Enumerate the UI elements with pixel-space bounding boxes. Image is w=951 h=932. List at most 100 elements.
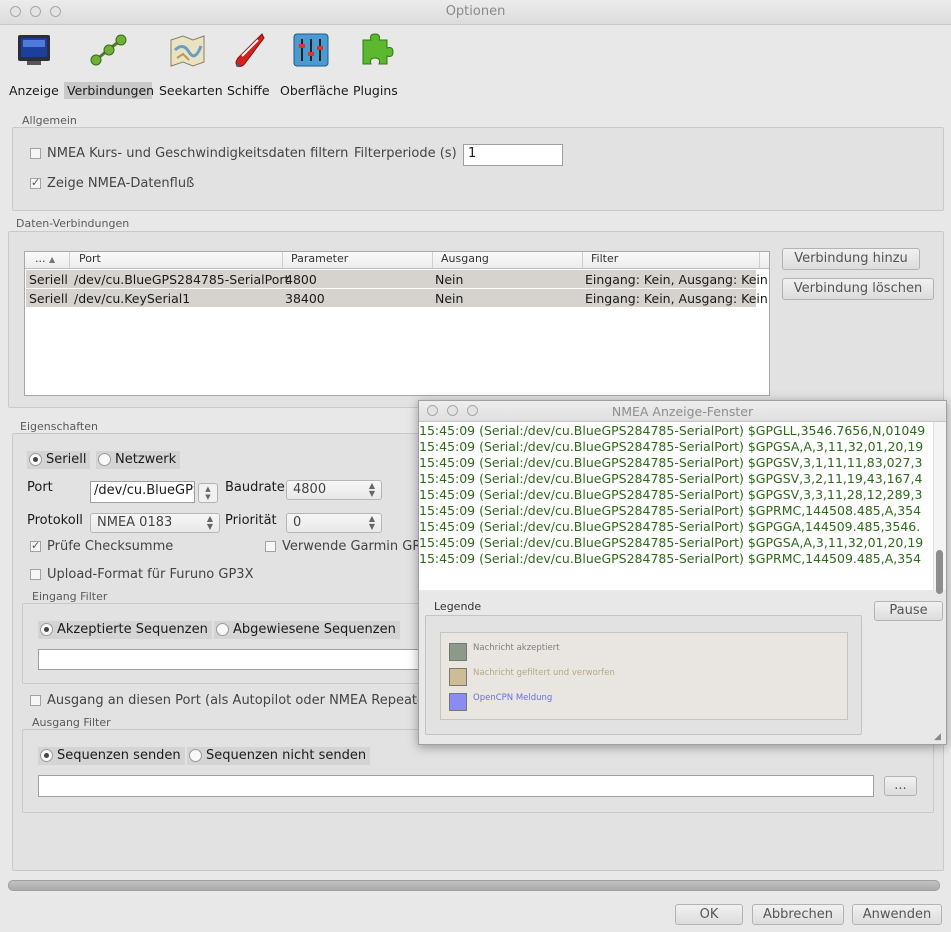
legend-box: Nachricht akzeptiert Nachricht gefiltert…	[440, 632, 848, 720]
row-type: Seriell	[29, 291, 68, 306]
add-connection-button[interactable]: Verbindung hinzu	[782, 248, 920, 270]
radio-send-sequences[interactable]: Sequenzen senden	[38, 747, 185, 765]
remove-connection-button[interactable]: Verbindung löschen	[782, 278, 934, 300]
legend-swatch-accepted	[449, 643, 467, 661]
legend-label-filtered: Nachricht gefiltert und verworfen	[473, 668, 615, 678]
column-header-filter[interactable]: Filter	[585, 252, 760, 268]
radio-accepted-label: Akzeptierte Sequenzen	[57, 622, 208, 637]
toolbar-schiffe[interactable]: Schiffe	[224, 30, 272, 99]
log-line: 15:45:09 (Serial:/dev/cu.BlueGPS284785-S…	[419, 423, 926, 438]
connections-icon	[88, 30, 128, 70]
apply-button[interactable]: Anwenden	[852, 904, 942, 925]
log-line: 15:45:09 (Serial:/dev/cu.BlueGPS284785-S…	[419, 551, 922, 566]
protocol-select[interactable]: NMEA 0183 ▲ ▼	[90, 513, 220, 533]
filterperiode-input[interactable]: 1	[463, 144, 563, 166]
column-header-type[interactable]: ... ▲	[25, 252, 70, 268]
legend-label-accepted: Nachricht akzeptiert	[473, 643, 560, 653]
table-row[interactable]: Seriell /dev/cu.BlueGPS284785-SerialPort…	[26, 270, 768, 288]
row-parameter: 38400	[285, 291, 325, 306]
filterperiode-label: Filterperiode (s)	[354, 146, 457, 161]
priority-label: Priorität	[225, 513, 277, 528]
baud-select[interactable]: 4800 ▲ ▼	[286, 480, 382, 500]
pause-button[interactable]: Pause	[874, 601, 943, 621]
toolbar-anzeige[interactable]: Anzeige	[9, 30, 60, 99]
output-port-label: Ausgang an diesen Port (als Autopilot od…	[47, 693, 436, 708]
window-title: Optionen	[445, 4, 506, 19]
cancel-button[interactable]: Abbrechen	[752, 904, 844, 925]
log-line: 15:45:09 (Serial:/dev/cu.BlueGPS284785-S…	[419, 471, 923, 486]
toolbar-plugins[interactable]: Plugins	[350, 30, 400, 99]
filter-nmea-checkbox[interactable]	[30, 148, 41, 159]
legend-swatch-opencpn	[449, 693, 467, 711]
furuno-checkbox[interactable]	[30, 569, 41, 580]
furuno-option[interactable]: Upload-Format für Furuno GP3X	[30, 567, 253, 582]
toolbar-label: Oberfläche	[280, 83, 349, 98]
charts-icon	[167, 30, 207, 70]
nmea-scrollbar-thumb[interactable]	[936, 550, 943, 594]
title-bar: Optionen	[0, 0, 951, 25]
output-filter-field[interactable]	[38, 775, 874, 797]
chevron-updown-icon: ▲ ▼	[368, 481, 375, 498]
nmea-scrollbar[interactable]	[933, 422, 946, 594]
checksum-checkbox[interactable]	[30, 539, 41, 552]
table-row[interactable]: Seriell /dev/cu.KeySerial1 38400 Nein Ei…	[26, 289, 768, 307]
radio-send-indicator	[40, 749, 53, 762]
resize-grip-icon[interactable]: ◢	[934, 732, 944, 742]
radio-network[interactable]: Netzwerk	[96, 451, 181, 469]
port-combo[interactable]: /dev/cu.BlueGPS284785-SerialPort	[90, 481, 195, 503]
radio-nosend-sequences[interactable]: Sequenzen nicht senden	[187, 747, 371, 765]
radio-serial[interactable]: Seriell	[27, 451, 91, 469]
furuno-label: Upload-Format für Furuno GP3X	[47, 567, 254, 582]
nmea-window: NMEA Anzeige-Fenster 15:45:09 (Serial:/d…	[418, 400, 947, 745]
protocol-label: Protokoll	[27, 513, 83, 528]
row-ausgang: Nein	[435, 291, 464, 306]
ok-button[interactable]: OK	[675, 904, 743, 925]
log-line: 15:45:09 (Serial:/dev/cu.BlueGPS284785-S…	[419, 503, 922, 518]
radio-nosend-label: Sequenzen nicht senden	[206, 748, 367, 763]
row-ausgang: Nein	[435, 272, 464, 287]
toolbar-seekarten[interactable]: Seekarten	[156, 30, 223, 99]
radio-serial-indicator	[29, 453, 42, 466]
row-filter: Eingang: Kein, Ausgang: Kein	[585, 291, 768, 306]
connections-table[interactable]: ... ▲ Port Parameter Ausgang Filter Seri…	[24, 251, 770, 396]
nmea-window-title: NMEA Anzeige-Fenster	[611, 404, 754, 419]
ship-icon	[228, 30, 268, 70]
show-nmea-option[interactable]: Zeige NMEA-Datenfluß	[30, 176, 194, 191]
priority-select[interactable]: 0 ▲ ▼	[286, 513, 382, 533]
garmin-option[interactable]: Verwende Garmin GRMN	[265, 539, 442, 554]
horizontal-scrollbar[interactable]	[8, 880, 940, 891]
allgemein-title: Allgemein	[22, 114, 77, 127]
toolbar-label: Anzeige	[9, 83, 59, 98]
toolbar-oberflaeche[interactable]: Oberfläche	[277, 30, 349, 99]
toolbar-label: Seekarten	[159, 83, 223, 98]
toolbar-verbindungen[interactable]: Verbindungen	[64, 30, 154, 99]
column-header-parameter[interactable]: Parameter	[285, 252, 433, 268]
column-header-ausgang[interactable]: Ausgang	[435, 252, 583, 268]
radio-accepted-sequences[interactable]: Akzeptierte Sequenzen	[38, 621, 212, 639]
log-line: 15:45:09 (Serial:/dev/cu.BlueGPS284785-S…	[419, 439, 924, 454]
monitor-icon	[15, 30, 55, 70]
log-line: 15:45:09 (Serial:/dev/cu.BlueGPS284785-S…	[419, 535, 924, 550]
checksum-option[interactable]: Prüfe Checksumme	[30, 539, 173, 554]
garmin-checkbox[interactable]	[265, 541, 276, 552]
chevron-updown-icon: ▲ ▼	[206, 514, 213, 531]
chevron-updown-icon: ▲ ▼	[368, 514, 375, 531]
row-filter: Eingang: Kein, Ausgang: Kein	[585, 272, 768, 287]
column-header-port[interactable]: Port	[73, 252, 283, 268]
filter-nmea-option[interactable]: NMEA Kurs- und Geschwindigkeitsdaten fil…	[30, 146, 348, 161]
props-title: Eigenschaften	[20, 420, 98, 433]
port-dropdown-button[interactable]: ▲ ▼	[198, 483, 218, 503]
nmea-log[interactable]: 15:45:09 (Serial:/dev/cu.BlueGPS284785-S…	[419, 422, 933, 590]
output-port-checkbox[interactable]	[30, 695, 41, 706]
output-filter-title: Ausgang Filter	[32, 716, 111, 729]
radio-rejected-sequences[interactable]: Abgewiesene Sequenzen	[214, 621, 400, 639]
baud-label: Baudrate	[225, 480, 285, 495]
priority-value: 0	[293, 515, 302, 530]
radio-network-label: Netzwerk	[115, 452, 177, 467]
radio-nosend-indicator	[189, 749, 202, 762]
radio-accepted-indicator	[40, 623, 53, 636]
output-port-option[interactable]: Ausgang an diesen Port (als Autopilot od…	[30, 693, 435, 708]
output-filter-more-button[interactable]: ...	[884, 776, 917, 796]
baud-value: 4800	[293, 482, 327, 497]
show-nmea-checkbox[interactable]	[30, 176, 41, 189]
